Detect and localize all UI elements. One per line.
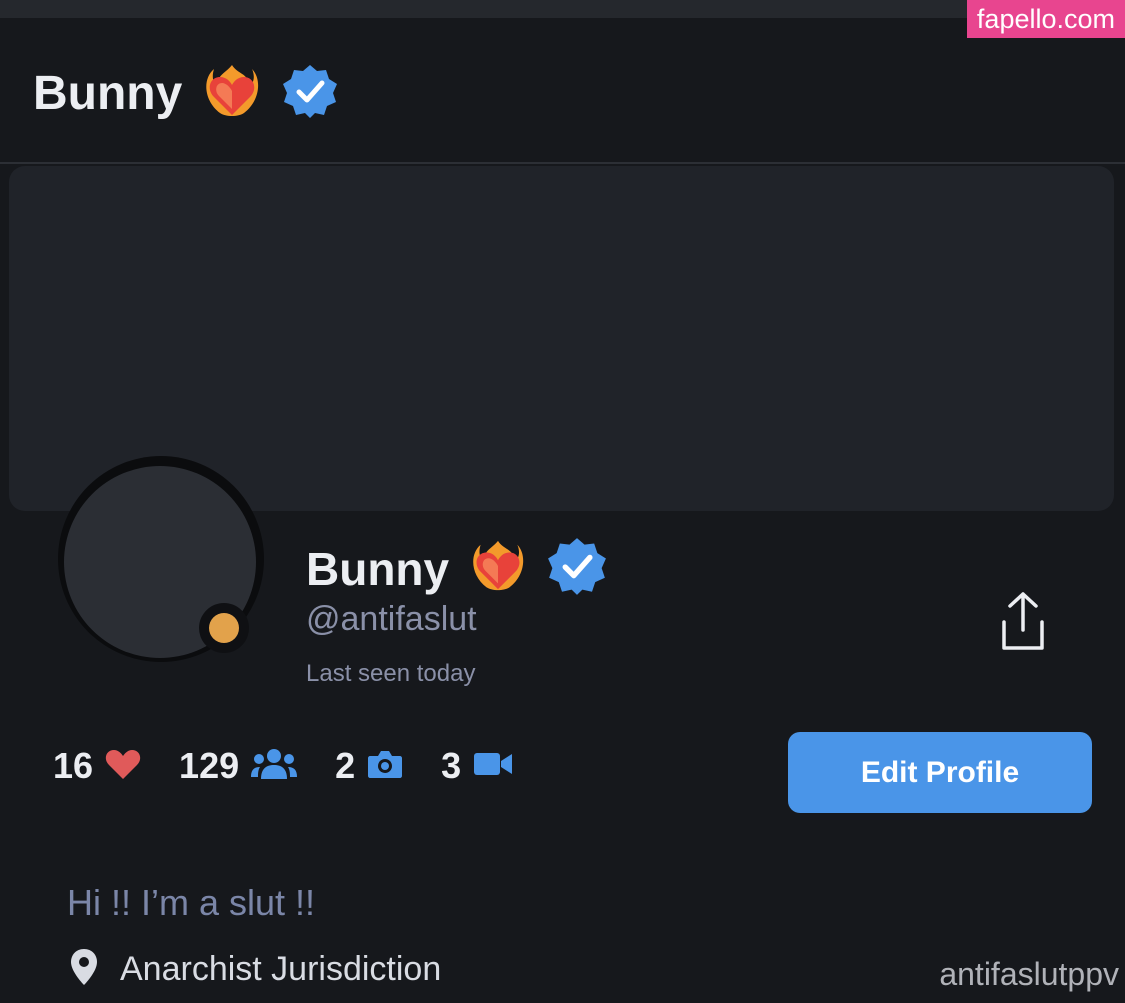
last-seen-status: Last seen today [306, 660, 476, 687]
users-icon [251, 748, 298, 785]
heart-on-fire-icon [471, 537, 525, 600]
status-strip [0, 0, 1125, 18]
location-row: Anarchist Jurisdiction [70, 948, 441, 991]
edit-profile-button[interactable]: Edit Profile [788, 732, 1092, 813]
online-status-indicator [199, 603, 249, 653]
location-text: Anarchist Jurisdiction [120, 950, 442, 988]
header-title-row: Bunny [33, 61, 338, 126]
heart-on-fire-icon [204, 61, 260, 126]
profile-name-row: Bunny [306, 536, 607, 601]
verified-badge-icon [282, 63, 338, 124]
header-title: Bunny [33, 67, 183, 120]
stat-likes[interactable]: 16 [53, 745, 141, 787]
stat-followers[interactable]: 129 [179, 745, 298, 787]
stat-value: 16 [53, 745, 94, 786]
map-pin-icon [70, 948, 98, 991]
profile-handle: @antifaslut [306, 600, 477, 638]
share-icon [996, 592, 1050, 658]
username-watermark: antifaslutppv [939, 956, 1119, 992]
profile-stats: 16 129 2 3 [53, 745, 551, 787]
video-icon [473, 751, 513, 782]
camera-icon [367, 749, 403, 784]
stat-value: 129 [179, 745, 240, 786]
verified-badge-icon [547, 536, 607, 601]
stat-videos[interactable]: 3 [441, 745, 513, 787]
top-header: Bunny [0, 18, 1125, 164]
share-button[interactable] [996, 590, 1050, 654]
stat-value: 2 [335, 745, 356, 786]
stat-value: 3 [441, 745, 462, 786]
profile-name: Bunny [306, 542, 450, 595]
stat-photos[interactable]: 2 [335, 745, 403, 787]
heart-icon [105, 748, 141, 785]
bio-text: Hi !! I’m a slut !! [67, 882, 316, 923]
